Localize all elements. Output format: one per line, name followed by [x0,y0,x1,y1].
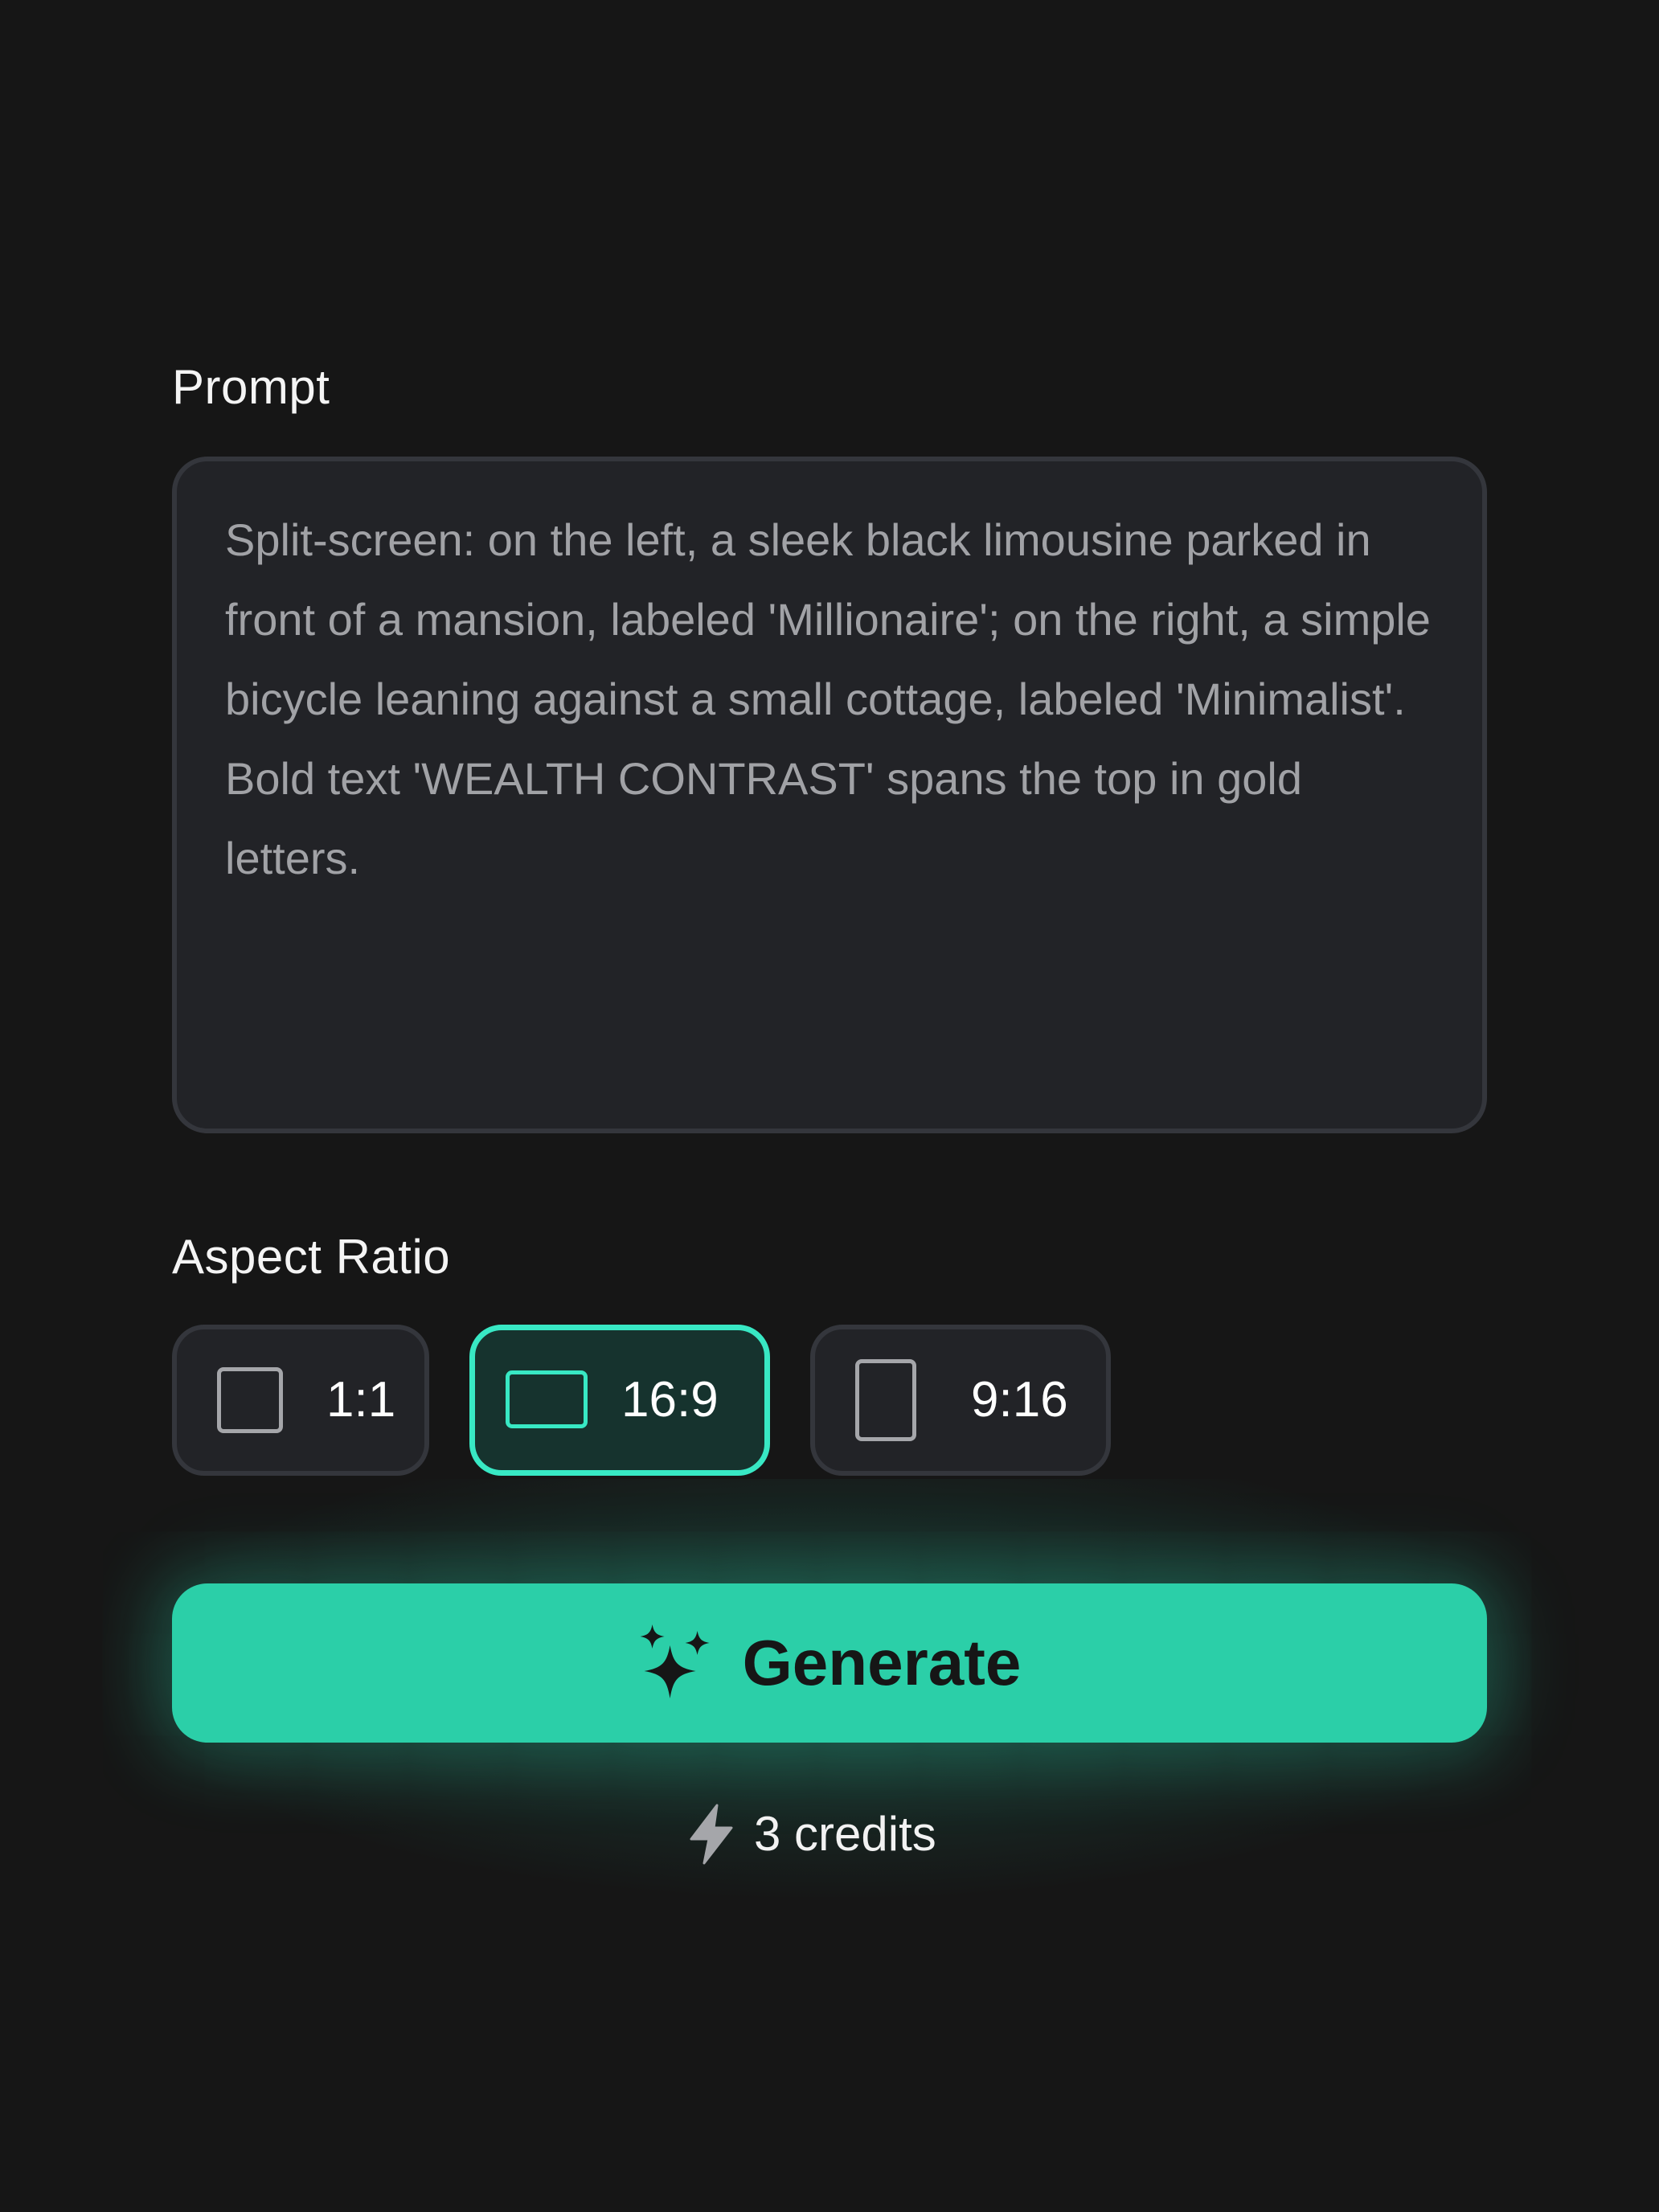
credits-info: 3 credits [686,1804,936,1865]
aspect-ratio-label: Aspect Ratio [172,1230,451,1284]
generate-button[interactable]: Generate [172,1583,1487,1743]
sparkles-icon [640,1624,710,1698]
aspect-ratio-option-label: 1:1 [326,1372,396,1428]
portrait-rectangle-icon [855,1359,916,1441]
prompt-textarea[interactable]: Split-screen: on the left, a sleek black… [172,457,1487,1133]
prompt-label: Prompt [172,360,330,414]
square-icon [217,1367,283,1433]
aspect-ratio-9-16-button[interactable]: 9:16 [810,1325,1111,1476]
landscape-rectangle-icon [506,1370,588,1428]
lightning-bolt-icon [690,1804,733,1865]
aspect-ratio-option-label: 9:16 [971,1372,1068,1428]
generate-label: Generate [742,1627,1022,1698]
prompt-text[interactable]: Split-screen: on the left, a sleek black… [225,500,1444,898]
aspect-ratio-1-1-button[interactable]: 1:1 [172,1325,429,1476]
aspect-ratio-option-label: 16:9 [621,1372,719,1428]
aspect-ratio-16-9-button[interactable]: 16:9 [469,1325,770,1476]
credits-label: 3 credits [754,1807,936,1861]
